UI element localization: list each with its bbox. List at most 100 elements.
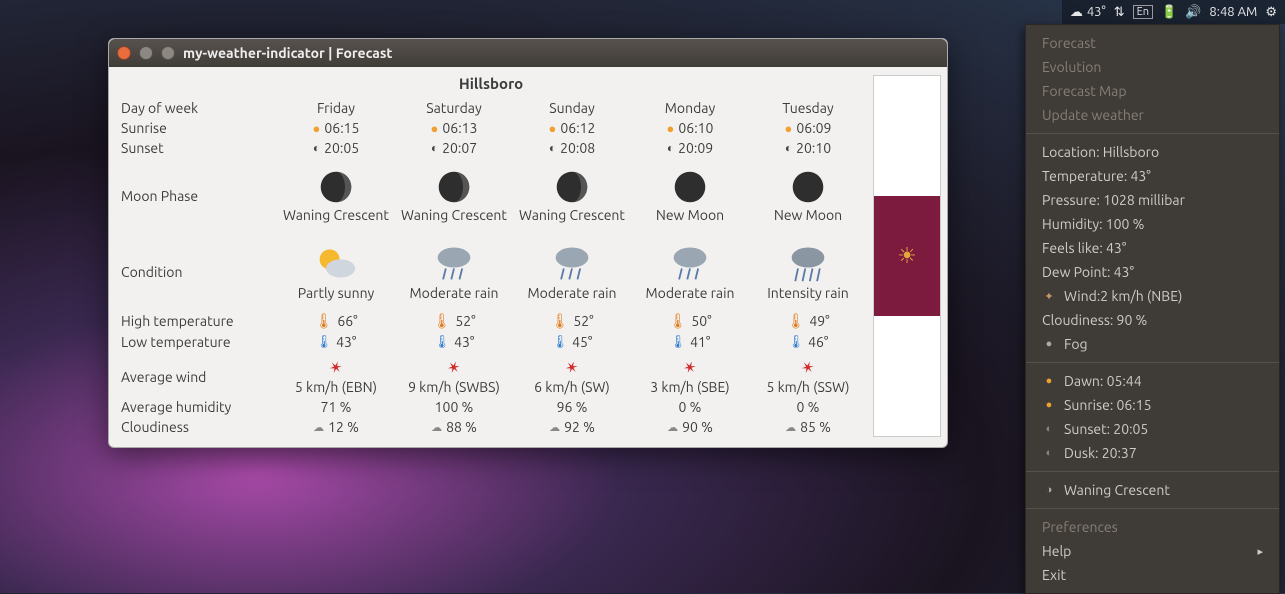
menu-dusk: ◐Dusk: 20:37 (1026, 441, 1279, 465)
cloud-icon: ☁ (667, 421, 678, 434)
row-high-temp: High temperature 🌡66° 🌡52° 🌡52° 🌡50° 🌡49… (115, 310, 867, 332)
strip-cell-active[interactable]: ☀ (874, 196, 940, 316)
rain-icon (431, 243, 477, 283)
sunset-icon: ◐ (785, 141, 792, 155)
sunrise-icon: ● (431, 121, 439, 136)
moon-phase-icon (672, 169, 708, 205)
day-header: Tuesday (749, 100, 867, 116)
row-sunset: Sunset ◐20:05 ◐20:07 ◐20:08 ◐20:09 ◐20:1… (115, 138, 867, 158)
menu-preferences[interactable]: Preferences (1026, 515, 1279, 539)
window-titlebar[interactable]: my-weather-indicator | Forecast (109, 39, 947, 67)
day-header: Friday (277, 100, 395, 116)
row-sunrise: Sunrise ●06:15 ●06:13 ●06:12 ●06:10 ●06:… (115, 118, 867, 138)
moon-phase-icon (436, 169, 472, 205)
thermometer-high-icon: 🌡 (786, 312, 805, 330)
input-method-indicator[interactable]: En (1133, 5, 1153, 19)
menu-forecast-map[interactable]: Forecast Map (1026, 79, 1279, 103)
sunset-icon: ◐ (667, 141, 674, 155)
panel-clock[interactable]: 8:48 AM (1209, 5, 1257, 19)
sunrise-icon: ● (785, 121, 793, 136)
cloud-icon: ☁ (431, 421, 442, 434)
rain-icon (549, 243, 595, 283)
cloud-icon: ☁ (549, 421, 560, 434)
thermometer-low-icon: 🌡 (434, 335, 451, 350)
thermometer-high-icon: 🌡 (550, 312, 569, 330)
menu-dew-point: Dew Point: 43° (1026, 260, 1279, 284)
panel-temp: 43° (1087, 5, 1106, 19)
day-header: Sunday (513, 100, 631, 116)
row-cloudiness: Cloudiness ☁12 % ☁88 % ☁92 % ☁90 % ☁85 % (115, 417, 867, 437)
menu-cloudiness: Cloudiness: 90 % (1026, 308, 1279, 332)
menu-help[interactable]: Help▸ (1026, 539, 1279, 563)
sunrise-icon: ● (313, 121, 321, 136)
menu-exit[interactable]: Exit (1026, 563, 1279, 587)
forecast-table: Hillsboro Day of week Friday Saturday Su… (115, 75, 867, 437)
battery-icon[interactable]: 🔋 (1161, 5, 1177, 20)
thermometer-high-icon: 🌡 (314, 312, 333, 330)
moon-phase-icon (554, 169, 590, 205)
row-day-of-week: Day of week Friday Saturday Sunday Monda… (115, 98, 867, 118)
sunset-icon: ◐ (549, 141, 556, 155)
row-humidity: Average humidity 71 % 100 % 96 % 0 % 0 % (115, 397, 867, 417)
panel-weather-indicator[interactable]: ☁ 43° (1070, 5, 1106, 20)
menu-dawn: ●Dawn: 05:44 (1026, 369, 1279, 393)
rain-icon (667, 243, 713, 283)
menu-forecast[interactable]: Forecast (1026, 31, 1279, 55)
cloud-icon: ☁ (1070, 5, 1083, 20)
menu-moon-phase: ◑Waning Crescent (1026, 478, 1279, 502)
strip-cell-empty[interactable] (874, 76, 940, 196)
moon-icon: ◐ (1042, 447, 1056, 459)
menu-feels-like: Feels like: 43° (1026, 236, 1279, 260)
wind-direction-icon: ✶ (798, 356, 817, 378)
menu-separator (1026, 362, 1279, 363)
sunrise-icon: ● (549, 121, 557, 136)
window-close-button[interactable] (117, 46, 131, 60)
thermometer-low-icon: 🌡 (670, 335, 687, 350)
cloud-icon: ☁ (785, 421, 796, 434)
menu-update-weather[interactable]: Update weather (1026, 103, 1279, 127)
thermometer-high-icon: 🌡 (668, 312, 687, 330)
window-title: my-weather-indicator | Forecast (183, 45, 392, 61)
day-header: Monday (631, 100, 749, 116)
thermometer-low-icon: 🌡 (788, 335, 805, 350)
thermometer-low-icon: 🌡 (316, 335, 333, 350)
city-title: Hillsboro (115, 75, 867, 92)
thermometer-high-icon: 🌡 (432, 312, 451, 330)
wind-direction-icon: ✶ (680, 356, 699, 378)
menu-humidity: Humidity: 100 % (1026, 212, 1279, 236)
volume-icon[interactable]: 🔊 (1185, 5, 1201, 20)
row-low-temp: Low temperature 🌡43° 🌡43° 🌡45° 🌡41° 🌡46° (115, 332, 867, 352)
row-wind: Average wind ✶5 km/h (EBN) ✶9 km/h (SWBS… (115, 352, 867, 397)
day-header: Saturday (395, 100, 513, 116)
network-icon[interactable]: ⇅ (1114, 5, 1125, 20)
wind-direction-icon: ✶ (562, 356, 581, 378)
menu-evolution[interactable]: Evolution (1026, 55, 1279, 79)
menu-separator (1026, 133, 1279, 134)
moon-phase-icon (318, 169, 354, 205)
thermometer-low-icon: 🌡 (552, 335, 569, 350)
rain-icon (785, 243, 831, 283)
strip-cell-empty[interactable] (874, 316, 940, 436)
menu-location: Location: Hillsboro (1026, 140, 1279, 164)
window-maximize-button[interactable] (161, 46, 175, 60)
sun-icon: ● (1042, 375, 1056, 387)
sunset-icon: ◐ (431, 141, 438, 155)
wind-direction-icon: ✶ (444, 356, 463, 378)
window-minimize-button[interactable] (139, 46, 153, 60)
fog-icon: ● (1042, 338, 1056, 350)
row-moon-phase: Moon Phase Waning Crescent Waning Cresce… (115, 158, 867, 234)
menu-sunrise: ●Sunrise: 06:15 (1026, 393, 1279, 417)
menu-temperature: Temperature: 43° (1026, 164, 1279, 188)
wind-icon: ✦ (1042, 290, 1056, 303)
menu-separator (1026, 508, 1279, 509)
top-panel: ☁ 43° ⇅ En 🔋 🔊 8:48 AM ⚙ (1062, 0, 1285, 24)
cloud-icon: ☁ (313, 421, 324, 434)
sun-icon: ● (1042, 399, 1056, 411)
gear-icon[interactable]: ⚙ (1265, 5, 1277, 20)
moon-icon: ◐ (1042, 423, 1056, 435)
sunset-icon: ◐ (313, 141, 320, 155)
forecast-window: my-weather-indicator | Forecast Hillsbor… (108, 38, 948, 448)
sun-icon: ☀ (897, 243, 917, 269)
menu-condition: ●Fog (1026, 332, 1279, 356)
menu-wind: ✦Wind:2 km/h (NBE) (1026, 284, 1279, 308)
